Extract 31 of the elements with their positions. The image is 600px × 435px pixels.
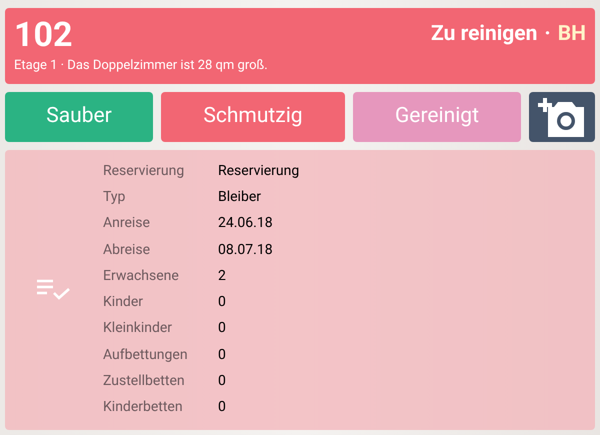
detail-label: Aufbettungen xyxy=(103,346,189,365)
detail-value: 0 xyxy=(218,398,226,418)
detail-label: Erwachsene xyxy=(103,266,180,286)
staff-initials: BH xyxy=(558,21,586,48)
detail-label: Reservierung xyxy=(103,162,186,181)
detail-value: 08.07.18 xyxy=(218,240,273,260)
detail-label: Kleinkinder xyxy=(103,319,174,338)
add-photo-button[interactable] xyxy=(529,92,595,142)
detail-label: Abreise xyxy=(103,240,152,260)
detail-value: 0 xyxy=(218,293,226,312)
detail-label: Anreise xyxy=(103,214,151,234)
status-button[interactable]: Schmutzig xyxy=(161,92,345,142)
status-button[interactable]: Gereinigt xyxy=(353,92,521,142)
detail-label: Typ xyxy=(103,188,126,207)
checklist-icon xyxy=(37,279,71,301)
add-camera-icon xyxy=(538,97,586,137)
detail-value: Bleiber xyxy=(218,188,261,207)
room-number: 102 xyxy=(14,16,73,54)
detail-value: 0 xyxy=(218,372,226,392)
separator: · xyxy=(544,21,551,48)
detail-value: 2 xyxy=(218,266,226,286)
detail-value: Reservierung xyxy=(218,162,300,181)
detail-value: 0 xyxy=(218,346,226,365)
room-subtitle: Etage 1 · Das Doppelzimmer ist 28 qm groß. xyxy=(14,57,269,75)
detail-label: Kinder xyxy=(103,293,144,312)
detail-value: 0 xyxy=(218,319,226,338)
status-button[interactable]: Sauber xyxy=(5,92,153,142)
detail-label: Zustellbetten xyxy=(103,372,186,392)
detail-label: Kinderbetten xyxy=(103,398,184,418)
detail-value: 24.06.18 xyxy=(218,214,273,234)
room-status: Zu reinigen xyxy=(431,21,538,48)
